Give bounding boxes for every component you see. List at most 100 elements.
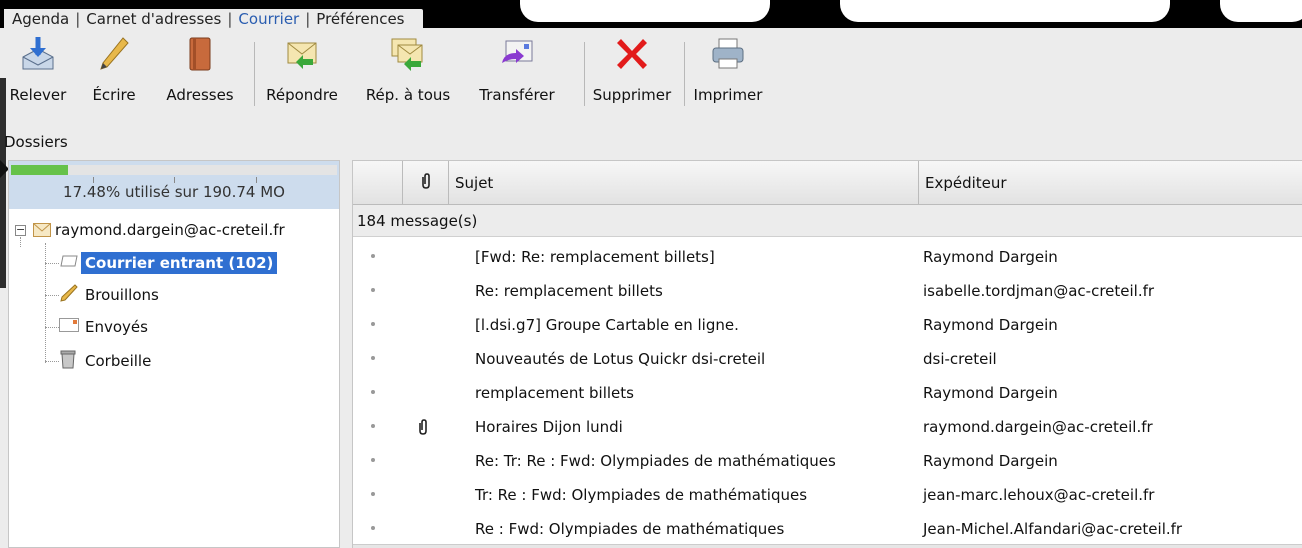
inbox-tray-icon [59, 254, 81, 272]
print-button[interactable]: Imprimer [688, 28, 768, 114]
account-label: raymond.dargein@ac-creteil.fr [55, 221, 285, 239]
delete-label: Supprimer [592, 86, 672, 104]
message-sender: jean-marc.lehoux@ac-creteil.fr [923, 486, 1155, 504]
print-label: Imprimer [693, 86, 763, 104]
tree-line [45, 295, 59, 296]
addresses-label: Adresses [166, 86, 234, 104]
paperclip-icon [420, 172, 432, 194]
message-row[interactable]: [Fwd: Re: remplacement billets] Raymond D… [353, 240, 1302, 274]
nav-link-carnet-adresses[interactable]: Carnet d'adresses [80, 10, 227, 28]
nav-link-agenda[interactable]: Agenda [6, 10, 75, 28]
message-list-panel: Sujet Expéditeur 184 message(s) [Fwd: Re… [352, 160, 1302, 548]
envelope-icon [33, 223, 51, 241]
message-list-header: Sujet Expéditeur [353, 161, 1302, 205]
reply-all-label: Rép. à tous [365, 86, 451, 104]
read-status-dot [371, 458, 375, 462]
read-status-dot [371, 356, 375, 360]
reply-button[interactable]: Répondre [256, 28, 348, 114]
delete-x-icon [612, 34, 652, 74]
tree-account-row[interactable]: − raymond.dargein@ac-creteil.fr [9, 215, 339, 247]
message-count-row: 184 message(s) [353, 205, 1302, 237]
collapse-toggle-icon[interactable]: − [15, 224, 26, 236]
tree-line [45, 243, 46, 363]
nav-link-preferences[interactable]: Préférences [310, 10, 410, 28]
folders-header: Dossiers [0, 126, 1302, 156]
column-header-sender-label: Expéditeur [925, 174, 1007, 192]
tree-line [45, 361, 59, 362]
sent-envelope-icon [59, 318, 85, 336]
message-row[interactable]: Re : Fwd: Olympiades de mathématiques Jea… [353, 512, 1302, 546]
folder-item-drafts[interactable]: Brouillons [59, 279, 159, 311]
message-row[interactable]: Re: remplacement billets isabelle.tordjma… [353, 274, 1302, 308]
reply-all-icon [388, 34, 428, 74]
message-row[interactable]: [l.dsi.g7] Groupe Cartable en ligne. Raym… [353, 308, 1302, 342]
addresses-button[interactable]: Adresses [152, 28, 248, 114]
reply-icon [282, 34, 322, 74]
message-subject: Re : Fwd: Olympiades de mathématiques [475, 520, 785, 538]
message-subject: Nouveautés de Lotus Quickr dsi-creteil [475, 350, 766, 368]
message-sender: Jean-Michel.Alfandari@ac-creteil.fr [923, 520, 1183, 538]
message-row[interactable]: Horaires Dijon lundi raymond.dargein@ac-c… [353, 410, 1302, 444]
panel-edge-strip [0, 78, 6, 288]
tree-line [45, 327, 59, 328]
column-header-subject[interactable]: Sujet [449, 161, 919, 205]
read-status-dot [371, 424, 375, 428]
toolbar-separator [584, 42, 585, 106]
message-subject: remplacement billets [475, 384, 634, 402]
message-row[interactable]: remplacement billets Raymond Dargein [353, 376, 1302, 410]
message-list-footer [353, 544, 1302, 548]
folder-item-inbox[interactable]: Courrier entrant (102) [59, 247, 278, 279]
pencil-icon [94, 34, 134, 74]
column-header-subject-label: Sujet [455, 174, 494, 192]
message-row[interactable]: Tr: Re : Fwd: Olympiades de mathématique… [353, 478, 1302, 512]
pencil-icon [59, 283, 85, 307]
forward-icon [497, 34, 537, 74]
read-status-dot [371, 322, 375, 326]
folder-item-sent[interactable]: Envoyés [59, 311, 148, 343]
message-subject: Tr: Re : Fwd: Olympiades de mathématique… [475, 486, 808, 504]
toolbar-separator [254, 42, 255, 106]
compose-button[interactable]: Écrire [76, 28, 152, 114]
message-row[interactable]: Re: Tr: Re : Fwd: Olympiades de mathémat… [353, 444, 1302, 478]
delete-button[interactable]: Supprimer [586, 28, 678, 114]
fetch-mail-label: Relever [9, 86, 67, 104]
message-sender: Raymond Dargein [923, 452, 1058, 470]
message-subject: Re: remplacement billets [475, 282, 663, 300]
read-status-dot [371, 526, 375, 530]
trash-can-icon [59, 349, 85, 373]
read-status-dot [371, 492, 375, 496]
mail-toolbar: Relever Écrire Adresses Répondre Rép. à … [0, 28, 1302, 114]
forward-label: Transférer [479, 86, 555, 104]
nav-link-courrier[interactable]: Courrier [232, 10, 305, 28]
header-decoration [1220, 0, 1302, 22]
compose-label: Écrire [92, 86, 136, 104]
column-header-attachment[interactable] [403, 161, 449, 205]
message-subject: Horaires Dijon lundi [475, 418, 623, 436]
column-header-sender[interactable]: Expéditeur [919, 161, 1302, 205]
toolbar-separator [684, 42, 685, 106]
quota-indicator: 17.48% utilisé sur 190.74 MO [9, 161, 339, 209]
message-sender: Raymond Dargein [923, 316, 1058, 334]
fetch-mail-button[interactable]: Relever [0, 28, 76, 114]
message-subject: [l.dsi.g7] Groupe Cartable en ligne. [475, 316, 739, 334]
folder-label-drafts: Brouillons [85, 286, 159, 304]
printer-icon [708, 34, 748, 74]
fetch-mail-icon [18, 34, 58, 74]
read-status-dot [371, 288, 375, 292]
message-subject: Re: Tr: Re : Fwd: Olympiades de mathémat… [475, 452, 836, 470]
folder-label-trash: Corbeille [85, 352, 152, 370]
tree-line [45, 263, 59, 264]
folder-item-trash[interactable]: Corbeille [59, 345, 151, 377]
reply-all-button[interactable]: Rép. à tous [348, 28, 468, 114]
message-row[interactable]: Nouveautés de Lotus Quickr dsi-creteil ds… [353, 342, 1302, 376]
quota-bar [11, 165, 337, 175]
column-header-status[interactable] [353, 161, 403, 205]
header-decoration [840, 0, 1170, 22]
message-sender: raymond.dargein@ac-creteil.fr [923, 418, 1153, 436]
reply-label: Répondre [266, 86, 338, 104]
message-sender: Raymond Dargein [923, 384, 1058, 402]
forward-button[interactable]: Transférer [470, 28, 564, 114]
folders-title: Dossiers [4, 133, 68, 151]
folder-label-sent: Envoyés [85, 318, 148, 336]
message-sender: dsi-creteil [923, 350, 997, 368]
